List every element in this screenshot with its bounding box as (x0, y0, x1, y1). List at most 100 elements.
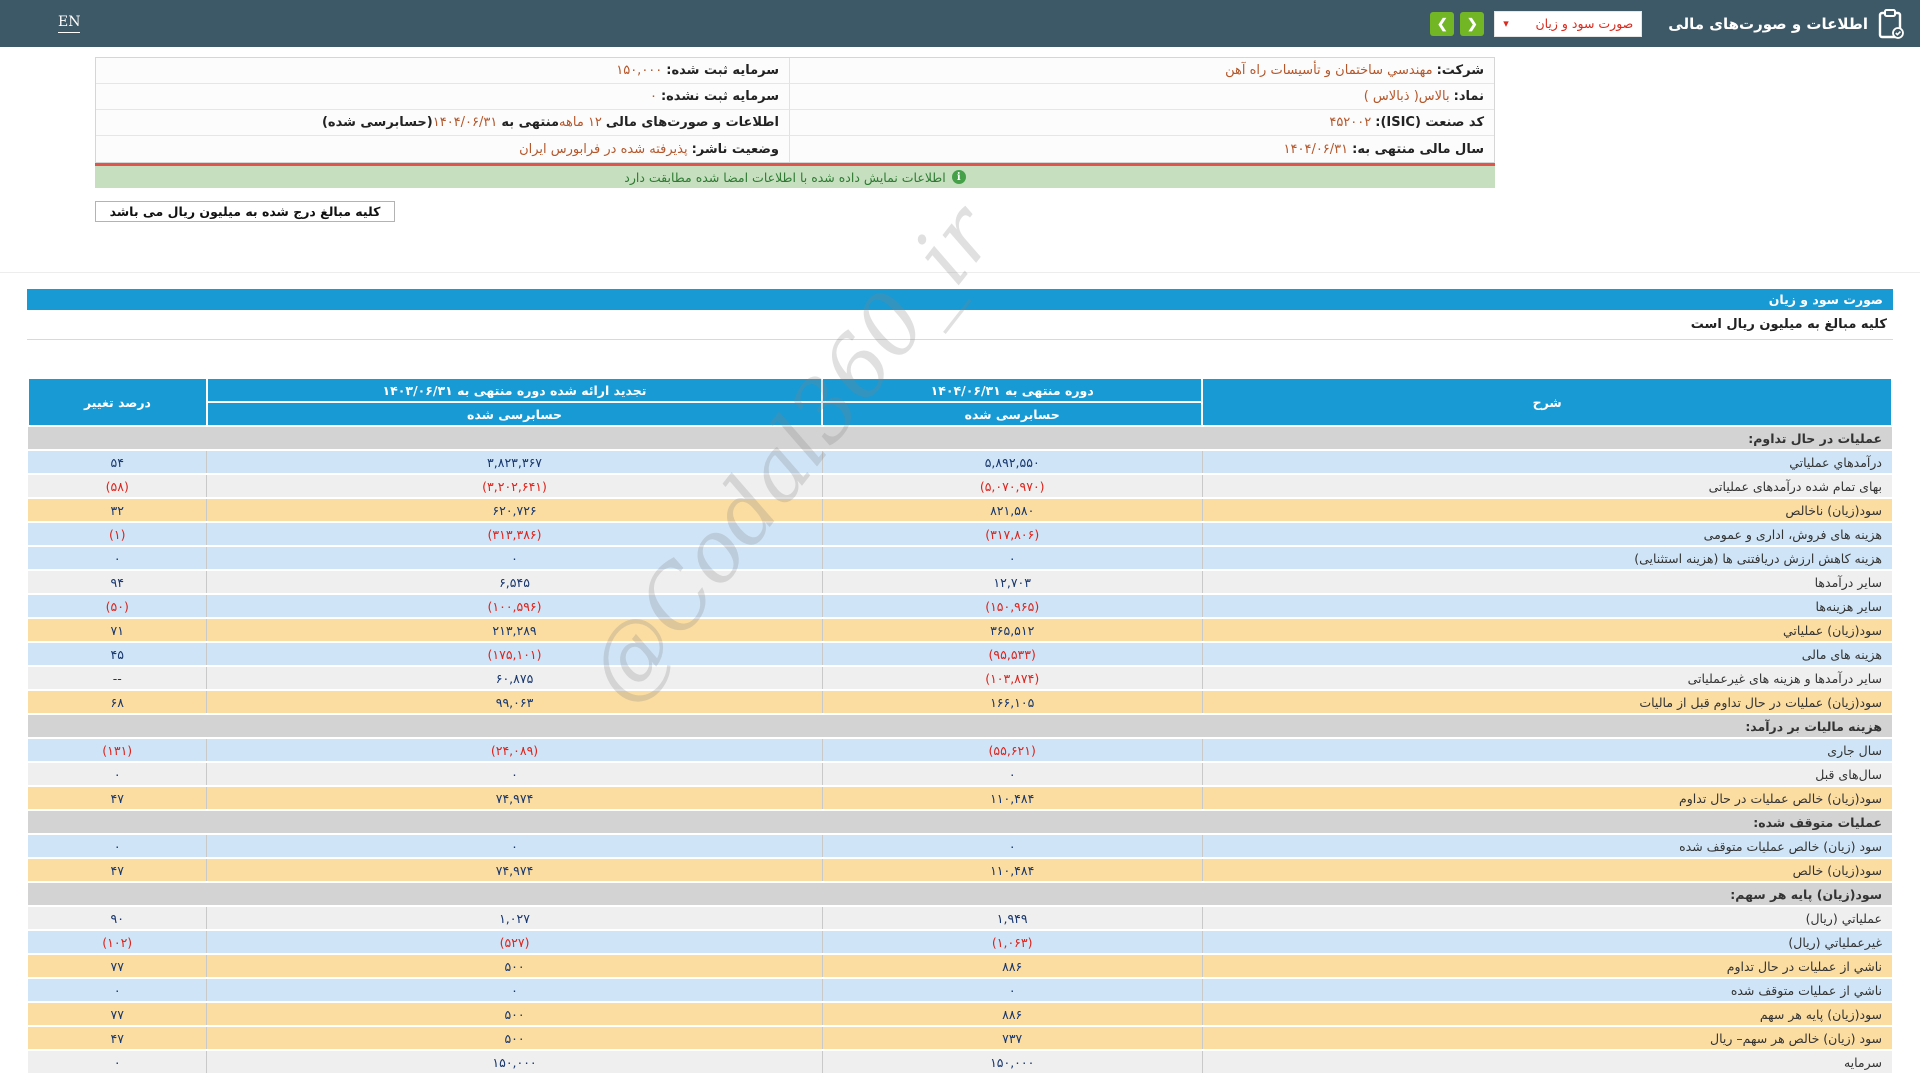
row-label: درآمدهاي عملياتي (1202, 450, 1892, 474)
company-info-row: کد صنعت (ISIC):۴۵۲۰۰۲ (789, 110, 1494, 136)
row-label: سود(زیان) عملیاتي (1202, 618, 1892, 642)
change-percent-value: ۷۱ (28, 618, 207, 642)
change-percent-value: ۴۵ (28, 642, 207, 666)
current-period-value: (۱۵۰,۹۶۵) (822, 594, 1202, 618)
header-change-percent: درصد تغییر (28, 378, 207, 426)
change-percent-value: ۴۷ (28, 858, 207, 882)
change-percent-value: ۰ (28, 978, 207, 1002)
table-row: سود (زیان) خالص هر سهم– ریال۷۳۷۵۰۰۴۷ (28, 1026, 1892, 1050)
info-value: بالاس( ذبالاس ) (1364, 89, 1450, 104)
change-percent-value: (۱۳۱) (28, 738, 207, 762)
row-label: سرمایه (1202, 1050, 1892, 1074)
restated-period-value: ۳,۸۲۳,۳۶۷ (207, 450, 822, 474)
row-label: سود(زیان) عملیات در حال تداوم قبل از مال… (1202, 690, 1892, 714)
change-percent-value: ۹۴ (28, 570, 207, 594)
table-header: شرح دوره منتهی به ۱۴۰۴/۰۶/۳۱ تجدید ارائه… (28, 378, 1892, 426)
change-percent-value: (۱۰۲) (28, 930, 207, 954)
row-label: سود(زیان) پایه هر سهم (1202, 1002, 1892, 1026)
info-label: سال مالی منتهی به: (1352, 142, 1484, 157)
capital-info-row: سرمایه ثبت نشده: ۰ (96, 84, 789, 110)
restated-period-value: ۰ (207, 978, 822, 1002)
table-row: سود(زیان) خالص۱۱۰,۴۸۴۷۴,۹۷۴۴۷ (28, 858, 1892, 882)
row-label: سود(زیان) ناخالص (1202, 498, 1892, 522)
current-period-value: ۸۸۶ (822, 1002, 1202, 1026)
header-restated-period: تجدید ارائه شده دوره منتهی به ۱۴۰۳/۰۶/۳۱ (207, 378, 822, 402)
info-label: سرمایه ثبت شده: (666, 63, 779, 78)
topbar: EN اطلاعات و صورت‌های مالی صورت سود و زی… (0, 0, 1920, 47)
change-percent-value: ۰ (28, 1050, 207, 1074)
table-row: ناشي از عملیات متوقف شده۰۰۰ (28, 978, 1892, 1002)
info-label: سرمایه ثبت نشده: (661, 89, 779, 104)
income-statement-table: شرح دوره منتهی به ۱۴۰۴/۰۶/۳۱ تجدید ارائه… (27, 377, 1893, 1075)
table-row: غیرعملیاتي (ریال)(۱,۰۶۳)(۵۲۷)(۱۰۲) (28, 930, 1892, 954)
table-row: سود (زیان) خالص عملیات متوقف شده۰۰۰ (28, 834, 1892, 858)
header-restated-audited: حسابرسی شده (207, 402, 822, 426)
restated-period-value: ۰ (207, 762, 822, 786)
info-label: شرکت: (1437, 63, 1484, 78)
statement-unit-note: کلیه مبالغ به میلیون ریال است (27, 310, 1893, 340)
restated-period-value: ۷۴,۹۷۴ (207, 786, 822, 810)
current-period-value: ۱۵۰,۰۰۰ (822, 1050, 1202, 1074)
previous-statement-button[interactable]: ❮ (1430, 12, 1454, 36)
change-percent-value: -- (28, 666, 207, 690)
section-label: عملیات متوقف شده: (28, 810, 1892, 834)
capital-info-row: وضعیت ناشر:پذیرفته شده در فرابورس ایران (96, 136, 789, 162)
company-info-row: نماد:بالاس( ذبالاس ) (789, 84, 1494, 110)
info-icon: i (952, 170, 966, 184)
current-period-value: ۳۶۵,۵۱۲ (822, 618, 1202, 642)
header-current-period: دوره منتهی به ۱۴۰۴/۰۶/۳۱ (822, 378, 1202, 402)
row-label: سایر درآمدها (1202, 570, 1892, 594)
row-label: هزینه کاهش ارزش دریافتنی ها (هزینه استثن… (1202, 546, 1892, 570)
current-period-value: ۷۳۷ (822, 1026, 1202, 1050)
info-label: اطلاعات و صورت‌های مالی (606, 115, 779, 130)
table-row: درآمدهاي عملياتي۵,۸۹۲,۵۵۰۳,۸۲۳,۳۶۷۵۴ (28, 450, 1892, 474)
current-period-value: (۳۱۷,۸۰۶) (822, 522, 1202, 546)
change-percent-value: ۳۲ (28, 498, 207, 522)
row-label: عملیاتي (ریال) (1202, 906, 1892, 930)
row-label: ناشي از عملیات در حال تداوم (1202, 954, 1892, 978)
restated-period-value: ۱۵۰,۰۰۰ (207, 1050, 822, 1074)
section-row: عملیات در حال تداوم: (28, 426, 1892, 450)
company-info-row: سال مالی منتهی به:۱۴۰۴/۰۶/۳۱ (789, 136, 1494, 162)
change-percent-value: (۵۰) (28, 594, 207, 618)
restated-period-value: ۰ (207, 546, 822, 570)
row-label: سایر درآمدها و هزینه های غیرعملیاتی (1202, 666, 1892, 690)
row-label: سود (زیان) خالص هر سهم– ریال (1202, 1026, 1892, 1050)
current-period-value: ۱,۹۴۹ (822, 906, 1202, 930)
info-label: منتهی به (501, 115, 559, 130)
capital-info-row: اطلاعات و صورت‌های مالی ۱۲ ماهه منتهی به… (96, 110, 789, 136)
row-label: سود(زیان) خالص (1202, 858, 1892, 882)
restated-period-value: ۷۴,۹۷۴ (207, 858, 822, 882)
company-info-panel: شرکت: مهندسي ساختمان و تأسیسات راه آهن سرم… (95, 57, 1495, 163)
info-value: ۰ (650, 89, 657, 104)
table-row: هزینه های فروش، اداری و عمومی(۳۱۷,۸۰۶)(۳… (28, 522, 1892, 546)
statement-title-bar: صورت سود و زیان (27, 289, 1893, 310)
next-statement-button[interactable]: ❯ (1460, 12, 1484, 36)
page-title: اطلاعات و صورت‌های مالی (1668, 15, 1868, 33)
current-period-value: ۱۶۶,۱۰۵ (822, 690, 1202, 714)
info-value: ۱۴۰۴/۰۶/۳۱ (1284, 142, 1349, 157)
capital-info-row: سرمایه ثبت شده:۱۵۰,۰۰۰ (96, 58, 789, 84)
change-percent-value: ۷۷ (28, 954, 207, 978)
table-row: سود(زیان) ناخالص۸۲۱,۵۸۰۶۲۰,۷۲۶۳۲ (28, 498, 1892, 522)
table-row: ناشي از عملیات در حال تداوم۸۸۶۵۰۰۷۷ (28, 954, 1892, 978)
statement-type-dropdown[interactable]: صورت سود و زیان ▾ (1494, 11, 1642, 37)
table-row: سود(زیان) پایه هر سهم۸۸۶۵۰۰۷۷ (28, 1002, 1892, 1026)
table-row: سرمایه۱۵۰,۰۰۰۱۵۰,۰۰۰۰ (28, 1050, 1892, 1074)
restated-period-value: (۳,۲۰۲,۶۴۱) (207, 474, 822, 498)
restated-period-value: ۵۰۰ (207, 954, 822, 978)
info-value: مهندسي ساختمان و تأسیسات راه آهن (1225, 63, 1432, 78)
current-period-value: (۱,۰۶۳) (822, 930, 1202, 954)
table-row: سود(زیان) خالص عملیات در حال تداوم۱۱۰,۴۸… (28, 786, 1892, 810)
restated-period-value: (۱۰۰,۵۹۶) (207, 594, 822, 618)
restated-period-value: ۶۰,۸۷۵ (207, 666, 822, 690)
change-percent-value: ۵۴ (28, 450, 207, 474)
restated-period-value: (۱۷۵,۱۰۱) (207, 642, 822, 666)
change-percent-value: (۵۸) (28, 474, 207, 498)
current-period-value: ۰ (822, 762, 1202, 786)
current-period-value: (۵,۰۷۰,۹۷۰) (822, 474, 1202, 498)
restated-period-value: ۶۲۰,۷۲۶ (207, 498, 822, 522)
language-switch-en[interactable]: EN (58, 14, 80, 33)
topbar-right-group: اطلاعات و صورت‌های مالی صورت سود و زیان … (1424, 9, 1904, 39)
row-label: ناشي از عملیات متوقف شده (1202, 978, 1892, 1002)
